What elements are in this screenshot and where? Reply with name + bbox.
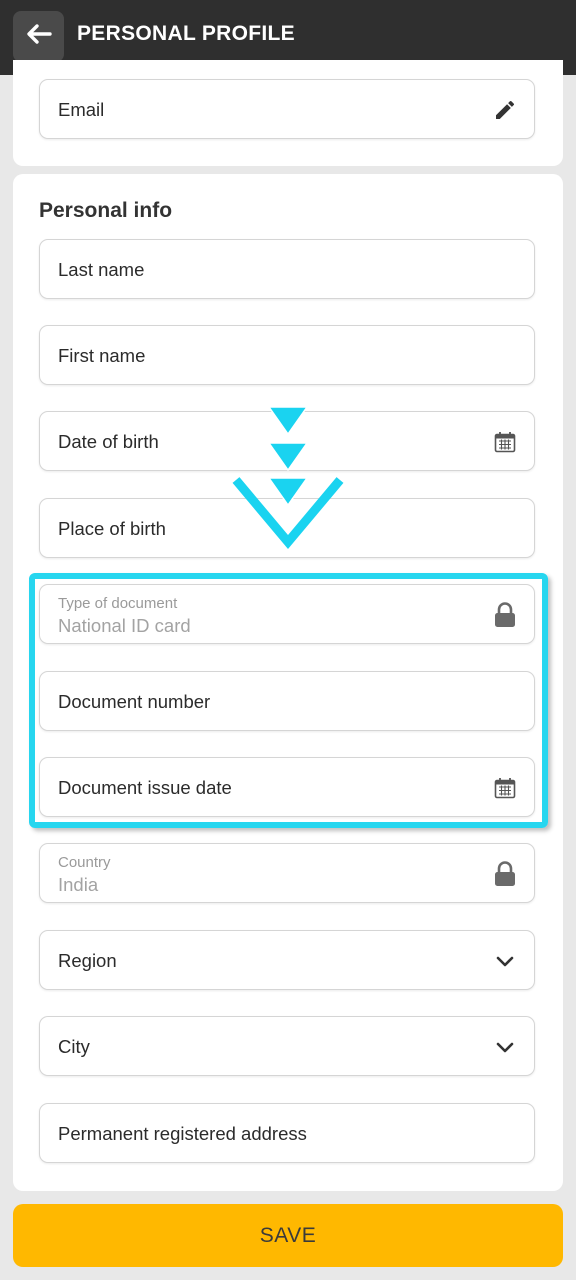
pencil-icon[interactable] [493, 98, 517, 122]
last-name-field[interactable]: Last name [39, 239, 535, 299]
place-of-birth-label: Place of birth [58, 518, 166, 539]
country-field: Country India [39, 843, 535, 903]
country-value: India [58, 874, 99, 895]
calendar-icon[interactable] [493, 430, 517, 454]
country-label: Country [58, 854, 111, 871]
address-field[interactable]: Permanent registered address [39, 1103, 535, 1163]
region-select[interactable]: Region [39, 930, 535, 990]
last-name-label: Last name [58, 259, 145, 280]
email-label: Email [58, 99, 105, 120]
first-name-field[interactable]: First name [39, 325, 535, 385]
first-name-label: First name [58, 345, 146, 366]
arrow-left-icon [26, 23, 52, 50]
section-title: Personal info [39, 199, 173, 222]
lock-icon [493, 861, 517, 886]
highlight-box [29, 573, 548, 828]
address-label: Permanent registered address [58, 1123, 307, 1144]
save-button[interactable]: SAVE [13, 1204, 563, 1267]
back-button[interactable] [13, 11, 64, 62]
city-select[interactable]: City [39, 1016, 535, 1076]
page-title: PERSONAL PROFILE [77, 22, 295, 45]
chevron-down-icon[interactable] [493, 1035, 517, 1059]
chevron-down-icon[interactable] [493, 949, 517, 973]
down-arrows-icon [232, 406, 344, 550]
region-label: Region [58, 950, 117, 971]
date-of-birth-label: Date of birth [58, 431, 159, 452]
city-label: City [58, 1036, 90, 1057]
email-field[interactable]: Email [39, 79, 535, 139]
